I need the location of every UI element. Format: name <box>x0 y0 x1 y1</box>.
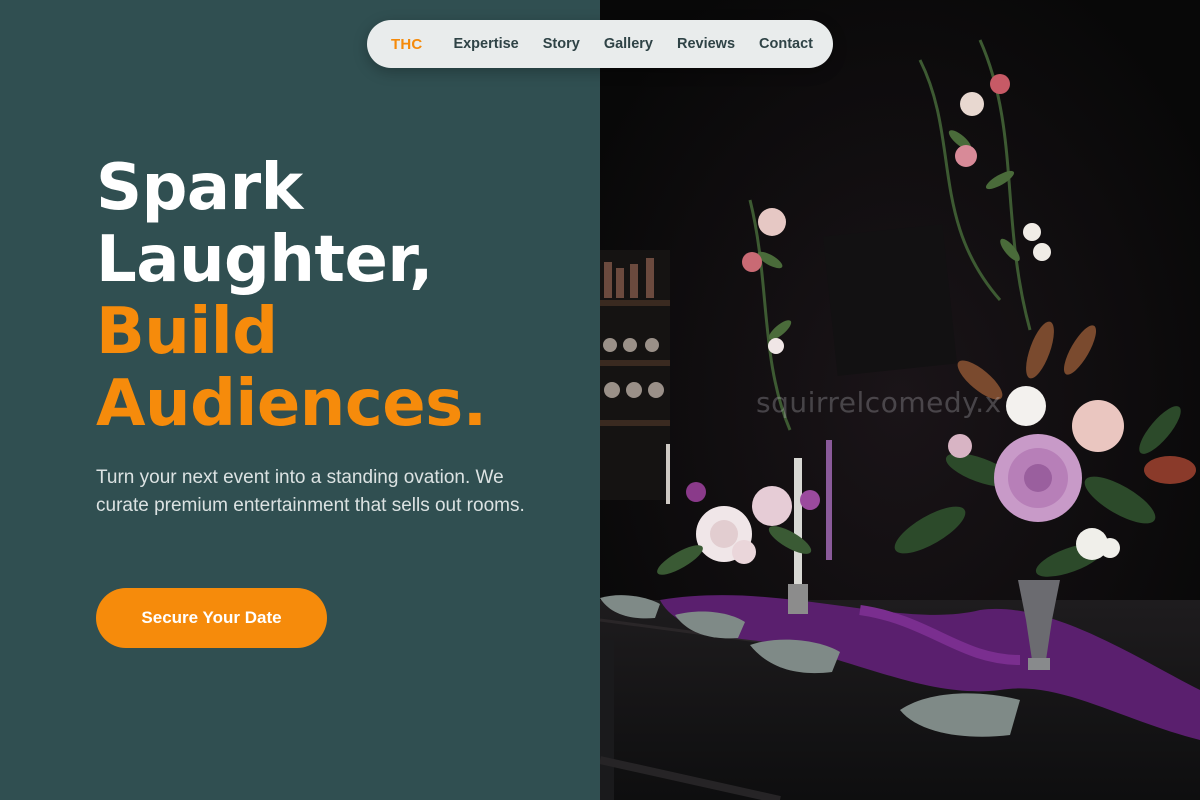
nav-link-gallery[interactable]: Gallery <box>604 36 653 52</box>
secure-date-button[interactable]: Secure Your Date <box>96 588 327 648</box>
nav-link-story[interactable]: Story <box>543 36 580 52</box>
headline-line-4: Audiences. <box>96 367 487 441</box>
headline-line-2: Laughter, <box>96 223 433 297</box>
brand-logo[interactable]: THC <box>391 36 422 53</box>
nav-link-expertise[interactable]: Expertise <box>453 36 518 52</box>
hero-subtext: Turn your next event into a standing ova… <box>96 467 525 516</box>
watermark-text: squirrelcomedy.x <box>756 386 1002 419</box>
top-nav: THC Expertise Story Gallery Reviews Cont… <box>367 20 833 68</box>
headline-line-3: Build <box>96 295 278 369</box>
nav-link-contact[interactable]: Contact <box>759 36 813 52</box>
nav-link-reviews[interactable]: Reviews <box>677 36 735 52</box>
headline-line-1: Spark <box>96 151 303 225</box>
hero-headline: Spark Laughter, Build Audiences. <box>96 152 576 440</box>
